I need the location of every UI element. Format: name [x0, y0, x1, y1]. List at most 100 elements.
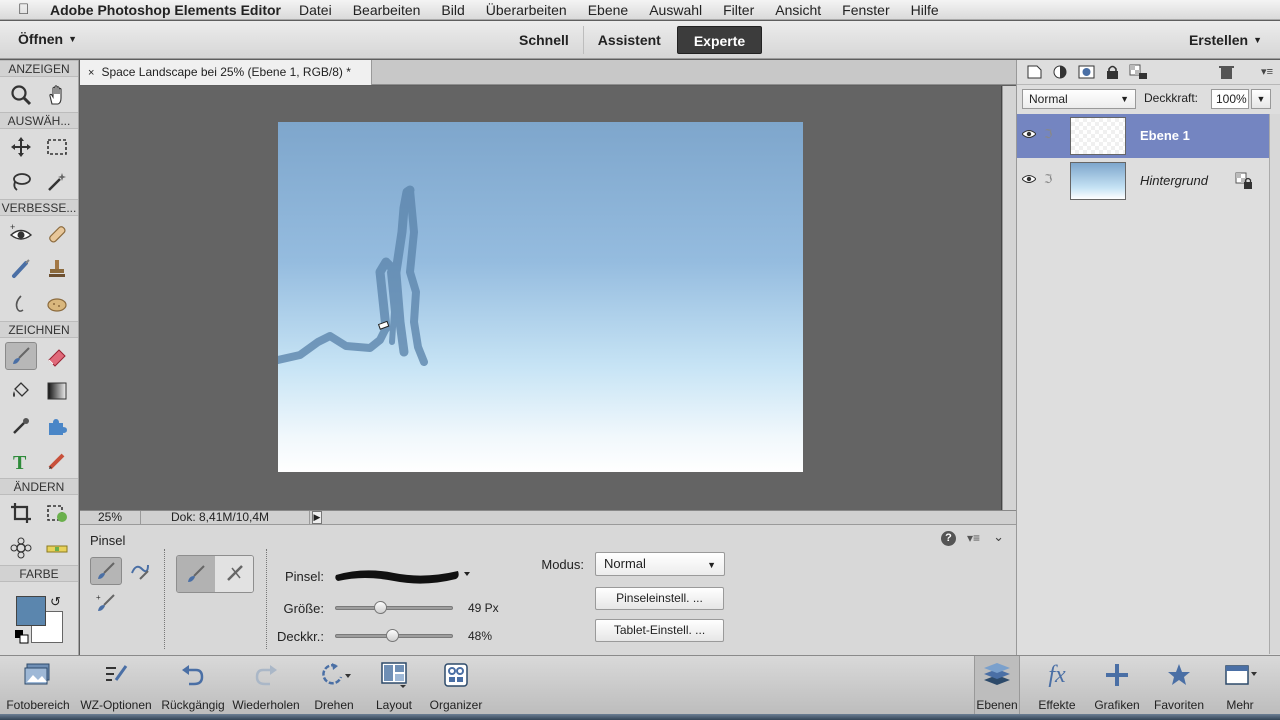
visibility-eye-icon[interactable]: [1022, 174, 1036, 184]
menu-datei[interactable]: Datei: [299, 2, 332, 18]
create-button[interactable]: Erstellen ▼: [1189, 32, 1262, 48]
recompose-tool[interactable]: [41, 499, 73, 527]
organizer-button[interactable]: Organizer: [424, 656, 488, 715]
brush-type-color-replace[interactable]: +: [90, 589, 122, 617]
layers-panel-button[interactable]: Ebenen: [974, 656, 1020, 715]
status-menu-arrow-icon[interactable]: ▶: [312, 511, 322, 524]
content-aware-move-tool[interactable]: [5, 534, 37, 562]
size-value: 49 Px: [468, 601, 499, 615]
sponge-tool[interactable]: [41, 290, 73, 318]
layers-scrollbar[interactable]: [1269, 114, 1280, 654]
text-tool[interactable]: T: [5, 447, 37, 475]
menu-auswahl[interactable]: Auswahl: [649, 2, 702, 18]
brush-preset-preview[interactable]: [334, 563, 470, 587]
tool-options-panel: Pinsel ? ▾≡ ⌄ + Pinsel: Größe: 49 Px Dec…: [80, 524, 1016, 655]
effects-panel-button[interactable]: fx Effekte: [1028, 656, 1086, 715]
healing-brush-tool[interactable]: [41, 220, 73, 248]
layer-row[interactable]: ℑ Ebene 1: [1017, 114, 1269, 158]
menu-hilfe[interactable]: Hilfe: [911, 2, 939, 18]
mode-expert[interactable]: Experte: [676, 26, 763, 54]
tool-options-button[interactable]: WZ-Optionen: [74, 656, 158, 715]
redo-button[interactable]: Wiederholen: [228, 656, 304, 715]
brush-type-normal[interactable]: [90, 557, 122, 585]
document-tab[interactable]: × Space Landscape bei 25% (Ebene 1, RGB/8…: [80, 60, 372, 85]
swap-colors-icon[interactable]: ↺: [50, 594, 61, 610]
straighten-tool[interactable]: [41, 534, 73, 562]
custom-shape-tool[interactable]: [41, 412, 73, 440]
canvas-vertical-scrollbar[interactable]: [1002, 86, 1016, 510]
adjustment-layer-icon[interactable]: [1051, 64, 1070, 80]
paint-bucket-tool[interactable]: [5, 377, 37, 405]
new-layer-icon[interactable]: [1025, 64, 1044, 80]
marquee-tool[interactable]: [41, 133, 73, 161]
panel-menu-icon[interactable]: ▾≡: [1261, 65, 1273, 78]
marquee-icon: [47, 139, 67, 155]
lock-all-icon[interactable]: [1103, 64, 1122, 80]
zoom-tool[interactable]: [5, 81, 37, 109]
pencil-tool[interactable]: [41, 447, 73, 475]
mode-guided[interactable]: Assistent: [584, 26, 675, 54]
menu-ebene[interactable]: Ebene: [588, 2, 628, 18]
collapse-icon[interactable]: ⌄: [993, 529, 1004, 545]
foreground-color-swatch[interactable]: [16, 596, 46, 626]
red-eye-tool[interactable]: +: [5, 220, 37, 248]
move-tool[interactable]: [5, 133, 37, 161]
lasso-tool[interactable]: [5, 168, 37, 196]
menu-ueberarbeiten[interactable]: Überarbeiten: [486, 2, 567, 18]
link-icon[interactable]: ℑ: [1044, 127, 1052, 141]
panel-menu-icon[interactable]: ▾≡: [967, 531, 980, 545]
favorites-panel-button[interactable]: Favoriten: [1148, 656, 1210, 715]
apple-icon[interactable]: : [18, 1, 40, 18]
help-icon[interactable]: ?: [941, 531, 956, 546]
mode-select[interactable]: Normal ▼: [595, 552, 725, 576]
opacity-slider[interactable]: [335, 629, 453, 642]
menu-bild[interactable]: Bild: [441, 2, 464, 18]
size-slider-knob[interactable]: [373, 601, 387, 614]
hand-tool[interactable]: [41, 81, 73, 109]
layer-opacity-input[interactable]: 100%: [1211, 89, 1249, 109]
layer-mask-icon[interactable]: [1077, 64, 1096, 80]
menu-fenster[interactable]: Fenster: [842, 2, 889, 18]
menu-bearbeiten[interactable]: Bearbeiten: [353, 2, 421, 18]
rotate-button[interactable]: Drehen: [304, 656, 364, 715]
photo-bin-button[interactable]: Fotobereich: [2, 656, 74, 715]
brush-settings-button[interactable]: Pinseleinstell. ...: [595, 587, 724, 610]
gradient-tool[interactable]: [41, 377, 73, 405]
eraser-tool[interactable]: [41, 342, 73, 370]
blend-mode-select[interactable]: Normal ▼: [1022, 89, 1136, 109]
undo-button[interactable]: Rückgängig: [158, 656, 228, 715]
opacity-slider-knob[interactable]: [386, 629, 400, 642]
brush-mode-button[interactable]: [177, 556, 215, 592]
smart-brush-tool[interactable]: [5, 255, 37, 283]
app-name-menu[interactable]: Adobe Photoshop Elements Editor: [50, 2, 281, 18]
mode-quick[interactable]: Schnell: [505, 26, 584, 54]
airbrush-mode-button[interactable]: [215, 556, 253, 592]
close-icon[interactable]: ×: [88, 67, 94, 79]
eyedropper-tool[interactable]: [5, 412, 37, 440]
tablet-settings-button[interactable]: Tablet-Einstell. ...: [595, 619, 724, 642]
canvas-area[interactable]: [80, 86, 1002, 510]
trash-icon[interactable]: [1217, 64, 1236, 80]
link-icon[interactable]: ℑ: [1044, 172, 1052, 186]
document-image[interactable]: [278, 122, 803, 472]
layout-button[interactable]: Layout: [364, 656, 424, 715]
more-panels-button[interactable]: Mehr: [1212, 656, 1268, 715]
layer-row[interactable]: ℑ Hintergrund: [1017, 159, 1269, 203]
blur-tool[interactable]: [5, 290, 37, 318]
menu-filter[interactable]: Filter: [723, 2, 754, 18]
zoom-level[interactable]: 25%: [98, 511, 122, 524]
size-slider[interactable]: [335, 601, 453, 614]
rotate-label: Drehen: [314, 698, 354, 712]
visibility-eye-icon[interactable]: [1022, 129, 1036, 139]
open-button[interactable]: Öffnen ▼: [18, 31, 77, 47]
default-colors-icon[interactable]: [15, 630, 29, 644]
brush-type-impressionist[interactable]: [124, 557, 156, 585]
layer-opacity-dropdown-icon[interactable]: ▼: [1251, 89, 1271, 109]
graphics-panel-button[interactable]: Grafiken: [1088, 656, 1146, 715]
brush-tool[interactable]: [5, 342, 37, 370]
lock-transparency-icon[interactable]: [1129, 64, 1148, 80]
clone-stamp-tool[interactable]: [41, 255, 73, 283]
crop-tool[interactable]: [5, 499, 37, 527]
menu-ansicht[interactable]: Ansicht: [775, 2, 821, 18]
quick-selection-tool[interactable]: [41, 168, 73, 196]
